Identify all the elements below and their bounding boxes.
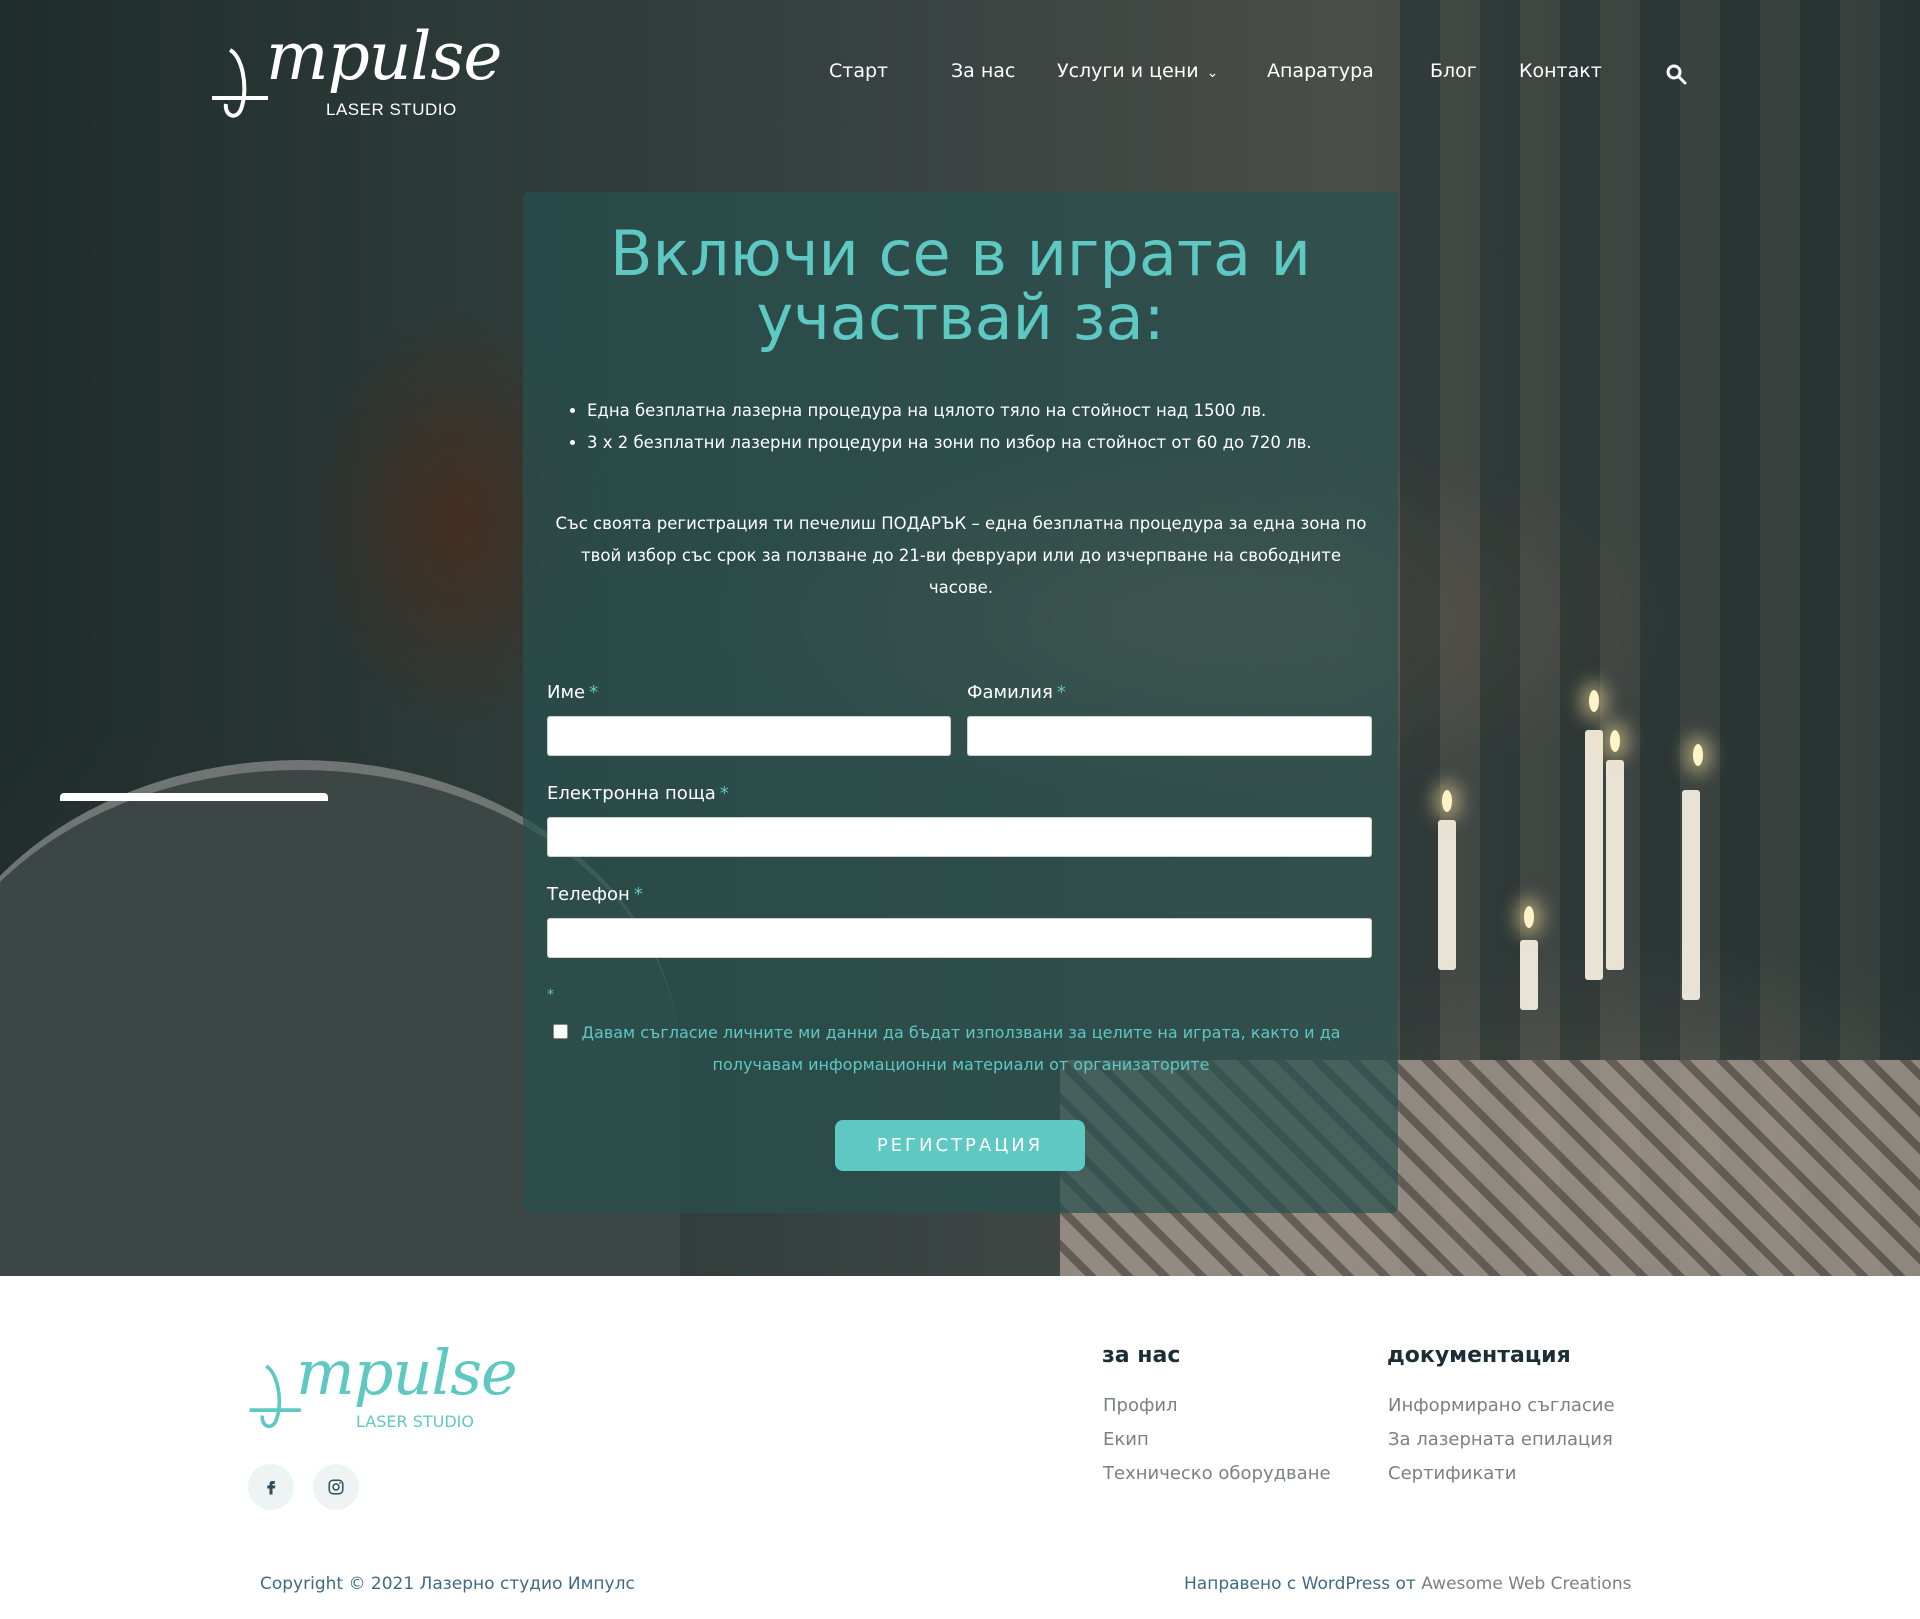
candle [1585,730,1603,980]
copyright-text: Copyright © 2021 Лазерно студио Импулс [260,1574,635,1594]
consent-text: Давам съгласие личните ми данни да бъдат… [581,1023,1341,1074]
nav-item-equipment[interactable]: Апаратура [1267,60,1374,82]
candle [1682,790,1700,1000]
form-title: Включи се в играта и участвай за: [610,217,1311,354]
email-label: Електронна поща * [547,783,729,804]
required-mark: * [1056,682,1066,703]
credit-link[interactable]: Awesome Web Creations [1421,1574,1631,1594]
email-label-text: Електронна поща [547,783,716,804]
nav-item-services-label: Услуги и цени [1057,60,1199,82]
email-field[interactable] [547,817,1372,857]
footer-link-equipment[interactable]: Техническо оборудване [1103,1463,1331,1484]
instagram-button[interactable] [313,1464,359,1510]
phone-label: Телефон * [547,884,643,905]
credit-prefix: Направено с WordPress от [1184,1574,1416,1594]
candle-flame [1610,730,1620,752]
required-mark: * [633,884,643,905]
footer-about-title: за нас [1102,1343,1181,1368]
registration-card: Включи се в играта и участвай за: Една б… [523,192,1398,1213]
slider-indicator[interactable] [60,793,328,801]
prize-item: 3 х 2 безплатни лазерни процедури на зон… [587,427,1377,459]
consent-required-mark: * [547,987,554,1003]
candle-flame [1442,790,1452,812]
footer-logo[interactable]: mpulse LASER STUDIO [246,1336,518,1444]
candle-flame [1524,906,1534,928]
footer-link-profile[interactable]: Профил [1103,1395,1178,1416]
candle-flame [1693,744,1703,766]
site-footer: mpulse LASER STUDIO за нас Профил Екип Т… [0,1276,1920,1619]
gift-note: Със своята регистрация ти печелиш ПОДАРЪ… [555,514,1367,597]
footer-link-certificates[interactable]: Сертификати [1388,1463,1516,1484]
footer-logo-subtitle: LASER STUDIO [356,1412,474,1431]
consent-checkbox[interactable] [553,1024,568,1039]
prize-list: Една безплатна лазерна процедура на цяло… [587,395,1377,459]
logo-wordmark: mpulse [266,18,502,95]
phone-field[interactable] [547,918,1372,958]
nav-item-services[interactable]: Услуги и цени ⌄ [1057,60,1218,82]
nav-item-start[interactable]: Старт [829,60,888,82]
facebook-button[interactable] [248,1464,294,1510]
instagram-icon [328,1479,344,1495]
phone-label-text: Телефон [547,884,630,905]
required-mark: * [589,682,599,703]
credit-text: Направено с WordPress от Awesome Web Cre… [1184,1574,1631,1594]
candle [1606,760,1624,970]
footer-logo-wordmark: mpulse [296,1336,518,1409]
candle [1438,820,1456,970]
last-name-label: Фамилия * [967,682,1066,703]
site-logo[interactable]: mpulse LASER STUDIO [208,18,502,130]
first-name-label-text: Име [547,682,586,703]
footer-docs-title: документация [1387,1343,1571,1368]
candle-flame [1589,690,1599,712]
required-mark: * [719,783,729,804]
first-name-input[interactable] [547,716,951,756]
nav-item-about[interactable]: За нас [951,60,1015,82]
candle [1520,940,1538,1010]
last-name-input[interactable] [967,716,1372,756]
prize-item: Една безплатна лазерна процедура на цяло… [587,395,1377,427]
logo-subtitle: LASER STUDIO [326,100,457,119]
search-icon[interactable] [1664,62,1688,86]
nav-item-blog[interactable]: Блог [1430,60,1477,82]
last-name-label-text: Фамилия [967,682,1053,703]
chevron-down-icon: ⌄ [1206,65,1219,81]
register-button[interactable]: РЕГИСТРАЦИЯ [835,1120,1085,1171]
first-name-label: Име * [547,682,598,703]
footer-link-consent[interactable]: Информирано съгласие [1388,1395,1615,1416]
facebook-icon [267,1481,276,1495]
nav-item-contact[interactable]: Контакт [1519,60,1602,82]
footer-link-team[interactable]: Екип [1103,1429,1149,1450]
footer-link-laser-epilation[interactable]: За лазерната епилация [1388,1429,1613,1450]
site-header: mpulse LASER STUDIO Старт За нас Услуги … [0,0,1920,150]
